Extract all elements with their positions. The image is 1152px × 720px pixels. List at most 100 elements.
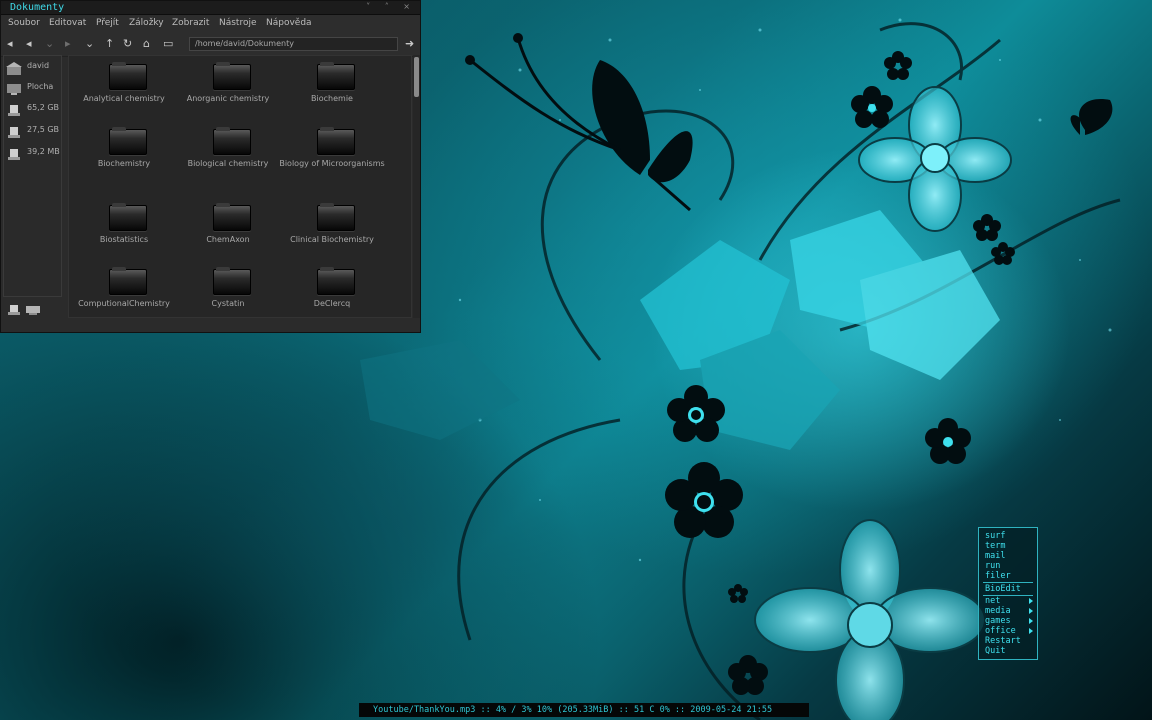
window-statusbar (1, 319, 420, 332)
drive-icon (6, 146, 22, 160)
folder-item[interactable]: ChemAxon (176, 197, 280, 257)
menu-item-surf[interactable]: surf (985, 531, 1005, 541)
sidebar-item-drive-3[interactable]: 39,2 MB (4, 144, 62, 164)
folder-item[interactable]: ComputionalChemistry (72, 261, 176, 317)
menu-item-restart[interactable]: Restart (985, 636, 1021, 646)
folder-item[interactable]: DeClercq (280, 261, 384, 317)
folder-item[interactable]: Biostatistics (72, 197, 176, 257)
go-icon[interactable]: ➜ (405, 38, 414, 50)
folder-name: Cystatin (211, 299, 245, 308)
menu-item-run[interactable]: run (985, 561, 1000, 571)
menu-zobrazit[interactable]: Zobrazit (172, 18, 209, 28)
folder-name: Clinical Biochemistry (290, 235, 374, 244)
menu-item-filer[interactable]: filer (985, 571, 1011, 581)
menu-item-quit[interactable]: Quit (985, 646, 1005, 656)
menu-napoveda[interactable]: Nápověda (266, 18, 312, 28)
sidebar-toggles (3, 299, 63, 317)
folder-name: Analytical chemistry (83, 94, 165, 103)
sidebar: david Plocha 65,2 GB 27,5 GB 39,2 MB (3, 55, 62, 297)
chevron-down-icon[interactable]: ⌄ (85, 38, 94, 50)
home-icon (6, 60, 22, 75)
folder-item[interactable]: Analytical chemistry (72, 56, 176, 116)
folder-icon (109, 203, 147, 231)
folder-icon (109, 62, 147, 90)
sidebar-item-drive-2[interactable]: 27,5 GB (4, 122, 62, 142)
desktop-icon (6, 81, 22, 95)
reload-icon[interactable]: ↻ (123, 38, 132, 50)
folder-item[interactable]: Biological chemistry (176, 121, 280, 181)
folder-icon (109, 127, 147, 155)
toolbar: ◂ ◂ ⌄ ▸ ⌄ ↑ ↻ ⌂ ▭ /home/david/Dokumenty … (1, 33, 420, 57)
folder-name: ChemAxon (206, 235, 250, 244)
folder-item[interactable]: Biology of Microorganisms (279, 121, 385, 181)
folder-name: ComputionalChemistry (78, 299, 170, 308)
menu-zalozky[interactable]: Záložky (129, 18, 164, 28)
chevron-down-icon[interactable]: ⌄ (45, 38, 54, 50)
folder-name: Anorganic chemistry (186, 94, 270, 103)
location-input[interactable]: /home/david/Dokumenty (189, 37, 398, 51)
menu-item-net[interactable]: net (985, 596, 1000, 606)
drive-icon (6, 124, 22, 138)
folder-name: DeClercq (313, 299, 351, 308)
menu-separator (983, 582, 1033, 583)
submenu-arrow-icon (1029, 608, 1033, 614)
menu-item-office[interactable]: office (985, 626, 1016, 636)
folder-item[interactable]: Anorganic chemistry (176, 56, 280, 116)
folder-item[interactable]: Cystatin (176, 261, 280, 317)
folder-name: Biology of Microorganisms (279, 159, 385, 168)
folder-icon (213, 267, 251, 295)
folder-item[interactable]: Biochemie (280, 56, 384, 116)
sidebar-item-label: david (27, 61, 50, 70)
root-menu: surf term mail run filer BioEdit net med… (978, 527, 1038, 660)
folder-name: Biological chemistry (187, 159, 269, 168)
menu-item-games[interactable]: games (985, 616, 1011, 626)
menu-item-media[interactable]: media (985, 606, 1011, 616)
window-controls[interactable]: ˅ ˄ × (366, 1, 416, 13)
folder-grid: Analytical chemistry Anorganic chemistry… (68, 55, 412, 318)
forward-icon[interactable]: ▸ (65, 38, 71, 50)
folder-name: Biostatistics (99, 235, 149, 244)
sidebar-item-label: 39,2 MB (27, 147, 60, 156)
folder-name: Biochemie (311, 94, 353, 103)
drive-icon[interactable] (7, 301, 21, 320)
computer-icon[interactable]: ▭ (163, 38, 173, 50)
menu-item-mail[interactable]: mail (985, 551, 1005, 561)
sidebar-item-plocha[interactable]: Plocha (4, 79, 62, 99)
menu-prejit[interactable]: Přejít (96, 18, 119, 28)
submenu-arrow-icon (1029, 618, 1033, 624)
submenu-arrow-icon (1029, 628, 1033, 634)
up-arrow-icon[interactable]: ↑ (105, 38, 114, 50)
folder-icon (213, 203, 251, 231)
folder-icon (317, 203, 355, 231)
sidebar-item-david[interactable]: david (4, 58, 62, 78)
window-title: Dokumenty (10, 2, 65, 13)
menu-nastroje[interactable]: Nástroje (219, 18, 257, 28)
menu-item-bioedit[interactable]: BioEdit (985, 584, 1021, 594)
menu-soubor[interactable]: Soubor (8, 18, 40, 28)
status-text: Youtube/ThankYou.mp3 :: 4% / 3% 10% (205… (373, 705, 773, 715)
home-icon[interactable]: ⌂ (143, 38, 150, 50)
menu-editovat[interactable]: Editovat (49, 18, 86, 28)
sidebar-item-label: Plocha (27, 82, 54, 91)
computer-icon[interactable] (25, 301, 41, 320)
menu-bar: Soubor Editovat Přejít Záložky Zobrazit … (1, 15, 420, 33)
folder-item[interactable]: Biochemistry (72, 121, 176, 181)
folder-name: Biochemistry (97, 159, 151, 168)
scrollbar-thumb[interactable] (414, 57, 419, 97)
sidebar-item-drive-1[interactable]: 65,2 GB (4, 100, 62, 120)
sidebar-item-label: 27,5 GB (27, 125, 60, 134)
file-manager-window: Dokumenty ˅ ˄ × Soubor Editovat Přejít Z… (0, 0, 421, 333)
menu-item-term[interactable]: term (985, 541, 1005, 551)
vertical-scrollbar[interactable] (413, 55, 420, 318)
folder-icon (317, 267, 355, 295)
submenu-arrow-icon (1029, 598, 1033, 604)
back-icon[interactable]: ◂ (7, 38, 13, 50)
window-titlebar[interactable]: Dokumenty ˅ ˄ × (1, 1, 420, 15)
folder-item[interactable]: Clinical Biochemistry (280, 197, 384, 257)
back-history-icon[interactable]: ◂ (26, 38, 32, 50)
sidebar-item-label: 65,2 GB (27, 103, 60, 112)
folder-icon (109, 267, 147, 295)
drive-icon (6, 102, 22, 116)
folder-icon (213, 62, 251, 90)
folder-icon (213, 127, 251, 155)
